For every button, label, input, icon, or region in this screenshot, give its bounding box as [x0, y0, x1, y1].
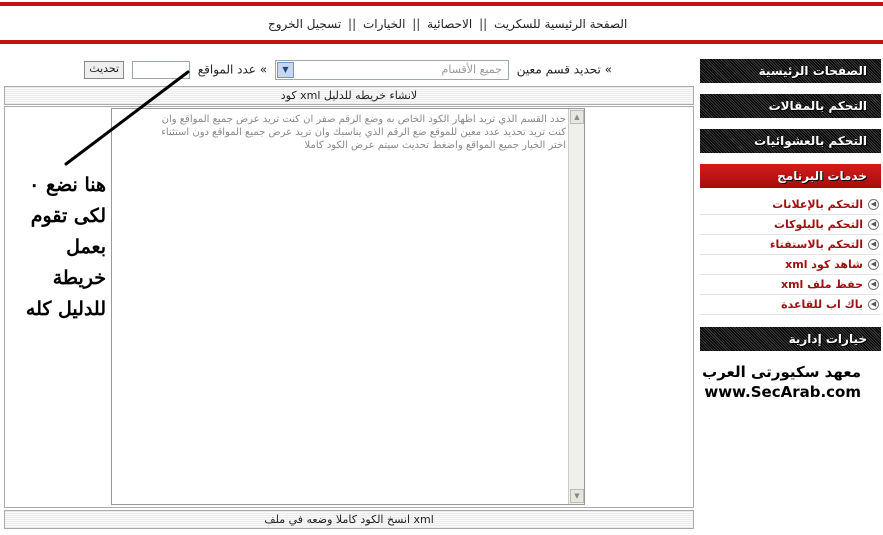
arrow-left-icon: ◀	[868, 279, 879, 290]
sidebar-header-admin-options[interactable]: خيارات إدارية	[700, 327, 881, 351]
sidebar-item-label: حفظ ملف xml	[780, 278, 863, 291]
sidebar-header-articles[interactable]: التحكم بالمقالات	[700, 94, 881, 118]
sidebar-item-blocks[interactable]: ◀ التحكم بالبلوكات	[700, 215, 881, 235]
sidebar-item-label: شاهد كود xml	[785, 258, 863, 271]
sidebar-item-label: التحكم بالإعلانات	[772, 198, 863, 211]
sidebar-item-label: باك اب للقاعدة	[781, 298, 863, 311]
services-list: ◀ التحكم بالإعلانات ◀ التحكم بالبلوكات ◀ ال…	[700, 195, 881, 315]
sidebar-item-ads[interactable]: ◀ التحكم بالإعلانات	[700, 195, 881, 215]
sidebar-header-main-pages[interactable]: الصفحات الرئيسية	[700, 59, 881, 83]
arrow-left-icon: ◀	[868, 299, 879, 310]
sidebar-item-label: التحكم بالاستفتاء	[769, 238, 863, 251]
copy-instructions-bar: انسخ الكود كاملا وضعه في ملف xml	[4, 510, 694, 529]
brand-name: معهد سكيورتى العرب	[702, 363, 861, 381]
arrow-left-icon: ◀	[868, 239, 879, 250]
sidebar-item-view-xml[interactable]: ◀ شاهد كود xml	[700, 255, 881, 275]
sidebar-item-backup[interactable]: ◀ باك اب للقاعدة	[700, 295, 881, 315]
brand-url: www.SecArab.com	[704, 383, 861, 401]
arrow-left-icon: ◀	[868, 259, 879, 270]
arrow-left-icon: ◀	[868, 219, 879, 230]
sidebar-item-label: التحكم بالبلوكات	[773, 218, 863, 231]
sidebar-header-random[interactable]: التحكم بالعشوائيات	[700, 129, 881, 153]
arrow-left-icon: ◀	[868, 199, 879, 210]
sidebar: الصفحات الرئيسية التحكم بالمقالات التحكم…	[700, 59, 881, 402]
sidebar-item-polls[interactable]: ◀ التحكم بالاستفتاء	[700, 235, 881, 255]
sidebar-header-services[interactable]: خدمات البرنامج	[700, 164, 881, 188]
sidebar-item-save-xml[interactable]: ◀ حفظ ملف xml	[700, 275, 881, 295]
